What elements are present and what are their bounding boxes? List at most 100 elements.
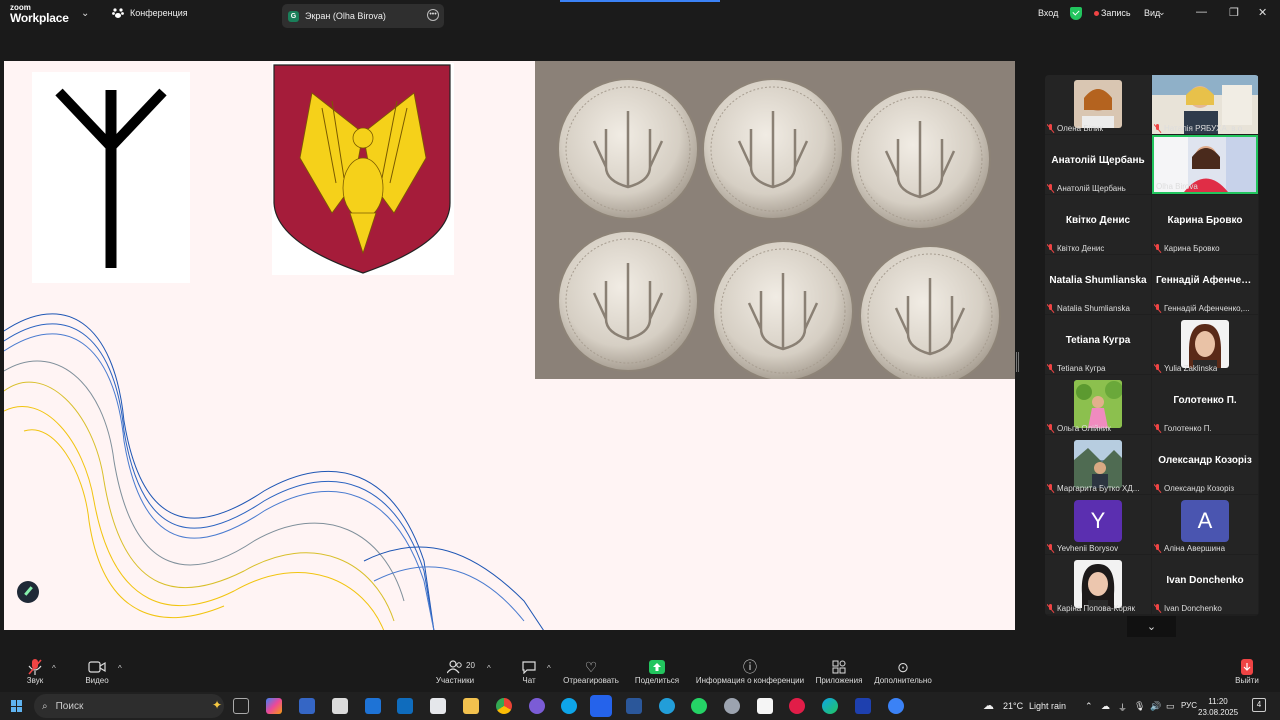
volume-icon[interactable]: 🔊 [1150, 701, 1161, 712]
signin-button[interactable]: Вход [1038, 8, 1058, 18]
mic-icon[interactable]: 🎙 [1134, 701, 1145, 712]
participant-tile[interactable]: Олександр Козоріз Олександр Козоріз [1152, 435, 1258, 494]
task-view-icon[interactable] [233, 698, 249, 714]
participant-tile[interactable]: A Аліна Авершина [1152, 495, 1258, 554]
meeting-info-label: Информация о конференции [695, 676, 805, 685]
participant-tile-active[interactable]: Olha Birova [1152, 135, 1258, 194]
participant-caption: Tetiana Кугра [1047, 364, 1106, 373]
view-chevron-icon[interactable]: ⌄ [1158, 7, 1166, 18]
zoom-taskbar-icon[interactable] [590, 695, 612, 717]
share-button[interactable]: Поделиться [634, 658, 680, 685]
calendar-icon[interactable] [365, 698, 381, 714]
zoom-logo[interactable]: zoom Workplace [10, 4, 69, 25]
participant-name: Анатолій Щербань [1051, 155, 1145, 166]
chat-options-caret[interactable]: ^ [547, 664, 551, 673]
office-icon[interactable] [299, 698, 315, 714]
mic-muted-icon [22, 658, 48, 676]
language-indicator[interactable]: РУС [1181, 701, 1197, 710]
app-icon-2[interactable] [855, 698, 871, 714]
opera-icon[interactable] [789, 698, 805, 714]
participants-options-caret[interactable]: ^ [487, 664, 491, 673]
mic-muted-icon [1154, 544, 1161, 553]
telegram-icon[interactable] [659, 698, 675, 714]
video-button[interactable]: Видео [82, 658, 112, 685]
battery-icon[interactable]: ▭ [1166, 701, 1175, 712]
participant-avatar [1074, 560, 1122, 608]
usb-icon[interactable]: ⏚ [1118, 701, 1127, 714]
title-bar: zoom Workplace ⌄ Конференция G Экран (Ol… [0, 0, 1280, 30]
clock[interactable]: 11:20 23.08.2025 [1198, 696, 1238, 718]
word-icon[interactable] [626, 698, 642, 714]
close-icon[interactable]: ✕ [1258, 6, 1267, 19]
participant-caption: Карина Бровко [1154, 244, 1220, 253]
info-icon: ⓘ [743, 659, 757, 675]
share-screen-icon [634, 658, 680, 676]
meeting-tab[interactable]: Конференция [112, 7, 188, 19]
taskbar-search[interactable]: ⌕ Поиск ✦ [34, 694, 224, 718]
participant-caption: Маргарита Бутко ХД... [1047, 484, 1139, 493]
coat-of-arms-image [272, 63, 454, 275]
gallery-scroll-down-button[interactable]: ⌄ [1127, 616, 1176, 637]
audio-options-caret[interactable]: ^ [52, 664, 56, 673]
share-indicator [560, 0, 720, 2]
apps-button[interactable]: Приложения [812, 658, 866, 685]
participant-caption: Голотенко П. [1154, 424, 1212, 433]
audio-button[interactable]: Звук [22, 658, 48, 685]
chat-button[interactable]: Чат [518, 658, 540, 685]
more-icon: ⊙ [897, 658, 909, 675]
app-icon[interactable] [724, 698, 740, 714]
react-button[interactable]: ♡ Отреагировать [562, 658, 620, 686]
notepad-icon[interactable] [757, 698, 773, 714]
more-icon[interactable]: ••• [427, 9, 439, 21]
annotate-button[interactable] [17, 581, 39, 603]
minimize-icon[interactable]: — [1196, 6, 1207, 18]
viber-icon[interactable] [529, 698, 545, 714]
whatsapp-icon[interactable] [691, 698, 707, 714]
store-icon[interactable] [430, 698, 446, 714]
weather-temp[interactable]: 21°C [1003, 701, 1023, 711]
participant-tile[interactable]: Квітко Денис Квітко Денис [1045, 195, 1151, 254]
security-shield-icon[interactable] [1070, 7, 1082, 20]
weather-desc[interactable]: Light rain [1029, 701, 1066, 711]
copilot-icon[interactable] [266, 698, 282, 714]
participant-tile[interactable]: Олена Білик [1045, 75, 1151, 134]
video-options-caret[interactable]: ^ [118, 664, 122, 673]
cloud-icon[interactable]: ☁ [1101, 701, 1110, 712]
edge-icon[interactable] [822, 698, 838, 714]
participant-tile[interactable]: Tetiana Кугра Tetiana Кугра [1045, 315, 1151, 374]
calculator-icon[interactable] [332, 698, 348, 714]
splitter-handle[interactable] [1016, 352, 1019, 372]
mic-muted-icon [1154, 364, 1161, 373]
windows-start-icon[interactable] [11, 700, 23, 712]
notifications-badge[interactable]: 4 [1252, 698, 1266, 712]
outlook-icon[interactable] [397, 698, 413, 714]
participant-avatar [1074, 80, 1122, 128]
participant-tile[interactable]: Голотенко П. Голотенко П. [1152, 375, 1258, 434]
meeting-info-button[interactable]: ⓘ Информация о конференции [694, 658, 806, 685]
participant-tile[interactable]: Наталія РЯБУХА, в.о... [1152, 75, 1258, 134]
participant-tile[interactable]: Маргарита Бутко ХД... [1045, 435, 1151, 494]
maximize-icon[interactable]: ❐ [1229, 6, 1239, 19]
participant-tile[interactable]: Геннадій Афенченко Геннадій Афенченко,..… [1152, 255, 1258, 314]
chevron-down-icon[interactable]: ⌄ [81, 8, 89, 19]
todo-icon[interactable] [888, 698, 904, 714]
recording-label[interactable]: Запись [1101, 8, 1131, 18]
skype-icon[interactable] [561, 698, 577, 714]
participant-tile[interactable]: Natalia Shumlianska Natalia Shumlianska [1045, 255, 1151, 314]
weather-icon[interactable]: ☁ [983, 699, 994, 712]
participant-tile[interactable]: Ivan Donchenko Ivan Donchenko [1152, 555, 1258, 614]
tray-overflow-icon[interactable]: ⌃ [1085, 701, 1093, 712]
participant-tile[interactable]: Yulia Zaklinska [1152, 315, 1258, 374]
participant-tile[interactable]: Y Yevhenii Borysov [1045, 495, 1151, 554]
participant-tile[interactable]: Карина Бровко Карина Бровко [1152, 195, 1258, 254]
chrome-icon[interactable] [496, 698, 512, 714]
mic-muted-icon [1154, 604, 1161, 613]
share-tab[interactable]: G Экран (Olha Birova) ••• [282, 4, 444, 28]
more-button[interactable]: ⊙ Дополнительно [872, 658, 934, 686]
participant-tile[interactable]: Анатолій Щербань Анатолій Щербань [1045, 135, 1151, 194]
participant-tile[interactable]: Ольга Олійник [1045, 375, 1151, 434]
leave-button[interactable]: Выйти [1232, 658, 1262, 685]
file-explorer-icon[interactable] [463, 698, 479, 714]
participant-caption: Геннадій Афенченко,... [1154, 304, 1250, 313]
participant-tile[interactable]: Каріна Попова-Коряк [1045, 555, 1151, 614]
